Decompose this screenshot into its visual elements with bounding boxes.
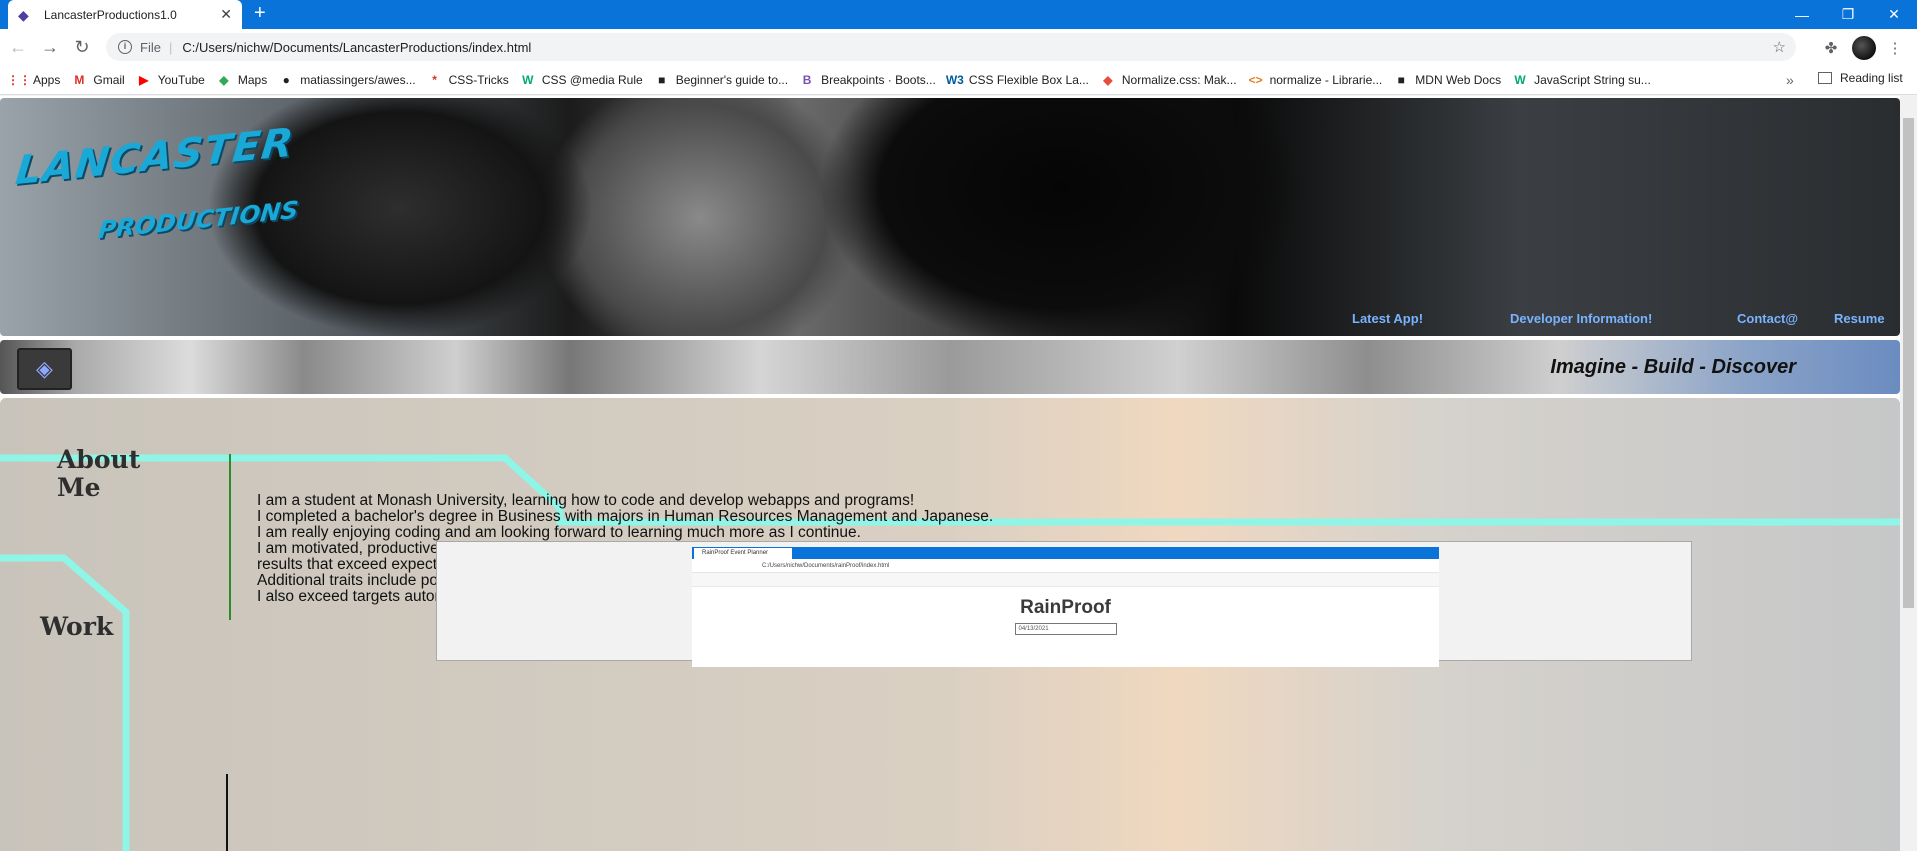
bookmark-label: CSS-Tricks xyxy=(448,72,509,87)
work-heading: Work xyxy=(40,612,114,641)
bookmark-item[interactable]: W CSS @media Rule xyxy=(521,73,643,87)
preview-title: RainProof xyxy=(1020,597,1111,618)
bookmark-item[interactable]: ◆ Maps xyxy=(217,73,267,87)
site-favicon-icon: ◆ xyxy=(18,6,29,23)
address-bar[interactable]: i File | C:/Users/nichw/Documents/Lancas… xyxy=(106,33,1796,61)
tagline-strip: ◈ Imagine - Build - Discover xyxy=(0,340,1900,394)
new-tab-button[interactable]: + xyxy=(254,2,266,24)
browser-toolbar: ← → ↻ i File | C:/Users/nichw/Documents/… xyxy=(0,29,1917,65)
bookmark-label: matiassingers/awes... xyxy=(300,72,416,87)
work-preview-card[interactable]: RainProof Event Planner C:/Users/nichw/D… xyxy=(436,541,1692,667)
bookmark-item[interactable]: <> normalize - Librarie... xyxy=(1249,73,1383,87)
bootstrap-icon: B xyxy=(802,72,812,87)
preview-tab-bar: RainProof Event Planner xyxy=(692,547,1439,559)
address-separator: | xyxy=(168,39,173,55)
bookmarks-overflow-icon[interactable]: » xyxy=(1786,72,1794,88)
css-tricks-icon: * xyxy=(432,72,437,87)
bookmark-label: YouTube xyxy=(157,72,205,87)
about-line: I completed a bachelor's degree in Busin… xyxy=(257,508,994,525)
logo-text-productions[interactable]: PRODUCTIONS xyxy=(97,196,300,244)
minimize-icon[interactable]: — xyxy=(1780,0,1824,29)
diamond-logo-icon[interactable]: ◈ xyxy=(17,348,72,390)
back-icon[interactable]: ← xyxy=(6,35,30,59)
normalize-icon: ◆ xyxy=(1103,72,1113,87)
nav-latest-app[interactable]: Latest App! xyxy=(1352,311,1423,326)
forward-icon[interactable]: → xyxy=(38,35,62,59)
site-info-icon[interactable]: i xyxy=(118,40,132,54)
hero-banner: LANCASTER PRODUCTIONS Latest App! Develo… xyxy=(0,98,1900,336)
bookmark-label: Breakpoints · Boots... xyxy=(821,72,936,87)
rainproof-screenshot[interactable]: RainProof Event Planner C:/Users/nichw/D… xyxy=(692,547,1439,667)
reading-list-label: Reading list xyxy=(1840,71,1903,85)
w3schools-icon: W xyxy=(522,72,534,87)
bookmark-item[interactable]: ▶ YouTube xyxy=(137,73,205,87)
nav-contact[interactable]: Contact@ xyxy=(1737,311,1798,326)
bookmark-page-icon: ■ xyxy=(658,72,666,87)
page-viewport: LANCASTER PRODUCTIONS Latest App! Develo… xyxy=(0,96,1900,851)
bookmark-item[interactable]: ■ Beginner's guide to... xyxy=(655,73,788,87)
bookmark-item[interactable]: ● matiassingers/awes... xyxy=(279,72,416,87)
bookmark-item[interactable]: W3 CSS Flexible Box La... xyxy=(945,72,1089,87)
bookmarks-bar: ⋮⋮ Apps M Gmail ▶ YouTube ◆ Maps ● matiassingers/… xyxy=(0,65,1917,95)
youtube-icon: ▶ xyxy=(139,72,149,87)
tab-close-icon[interactable]: ✕ xyxy=(220,6,232,23)
scrollbar-thumb[interactable] xyxy=(1903,118,1914,608)
close-window-icon[interactable]: ✕ xyxy=(1872,0,1916,29)
bookmark-item[interactable]: M Gmail xyxy=(72,73,124,87)
preview-url: C:/Users/nichw/Documents/rainProof/index… xyxy=(692,559,1439,573)
preview-tab: RainProof Event Planner xyxy=(694,548,792,559)
bookmark-label: Maps xyxy=(237,72,268,87)
preview-date-input: 04/13/2021 xyxy=(1014,623,1117,635)
browser-title-bar: ◆ LancasterProductions1.0 ✕ + — ❐ ✕ xyxy=(0,0,1917,29)
restore-icon[interactable]: ❐ xyxy=(1826,0,1870,29)
work-divider xyxy=(226,774,228,851)
url-text[interactable]: C:/Users/nichw/Documents/LancasterProduc… xyxy=(182,40,531,55)
bookmark-label: Gmail xyxy=(93,72,125,87)
reading-list-button[interactable]: Reading list xyxy=(1818,71,1903,85)
reload-icon[interactable]: ↻ xyxy=(70,35,94,59)
about-heading: About Me xyxy=(57,445,141,502)
browser-tab[interactable]: ◆ LancasterProductions1.0 ✕ xyxy=(8,0,242,29)
maps-icon: ◆ xyxy=(219,72,229,87)
page-scrollbar[interactable] xyxy=(1900,96,1917,851)
bookmark-item[interactable]: ⋮⋮ Apps xyxy=(7,72,61,87)
reading-list-icon xyxy=(1818,72,1832,84)
bookmark-item[interactable]: W JavaScript String su... xyxy=(1513,72,1651,87)
scheme-label: File xyxy=(140,39,161,55)
github-icon: ● xyxy=(282,72,290,87)
nav-resume[interactable]: Resume xyxy=(1834,311,1885,326)
bookmark-label: Apps xyxy=(33,72,61,87)
bookmark-label: Beginner's guide to... xyxy=(675,72,789,87)
bookmark-star-icon[interactable]: ☆ xyxy=(1773,38,1786,56)
bookmark-item[interactable]: B Breakpoints · Boots... xyxy=(800,73,936,87)
preview-bookmark-bar xyxy=(692,573,1439,587)
bookmark-label: JavaScript String su... xyxy=(1534,72,1651,87)
about-divider xyxy=(229,454,231,620)
tab-title: LancasterProductions1.0 xyxy=(44,7,177,22)
gmail-icon: M xyxy=(74,72,85,87)
logo-text-lancaster[interactable]: LANCASTER xyxy=(13,120,296,194)
apps-grid-icon: ⋮⋮ xyxy=(7,72,31,87)
bookmark-item[interactable]: ■ MDN Web Docs xyxy=(1394,73,1501,87)
w3c-icon: W3 xyxy=(945,72,964,87)
bookmark-label: CSS @media Rule xyxy=(541,72,643,87)
bookmark-label: CSS Flexible Box La... xyxy=(968,72,1089,87)
bookmark-item[interactable]: * CSS-Tricks xyxy=(428,73,509,87)
tagline: Imagine - Build - Discover xyxy=(1550,356,1796,378)
w3schools-icon: W xyxy=(1514,72,1526,87)
about-line: I am a student at Monash University, lea… xyxy=(257,492,915,509)
bookmark-label: normalize - Librarie... xyxy=(1269,72,1383,87)
menu-kebab-icon[interactable]: ⋮ xyxy=(1884,37,1906,59)
about-line: I am really enjoying coding and am looki… xyxy=(257,524,861,541)
extensions-puzzle-icon[interactable]: ✤ xyxy=(1820,37,1842,59)
profile-avatar[interactable] xyxy=(1852,36,1876,60)
bookmark-label: MDN Web Docs xyxy=(1415,72,1502,87)
bookmark-item[interactable]: ◆ Normalize.css: Mak... xyxy=(1101,72,1237,87)
mdn-icon: ■ xyxy=(1397,72,1405,87)
nav-developer-info[interactable]: Developer Information! xyxy=(1510,311,1652,326)
bookmark-label: Normalize.css: Mak... xyxy=(1121,72,1237,87)
code-icon: <> xyxy=(1248,72,1263,87)
